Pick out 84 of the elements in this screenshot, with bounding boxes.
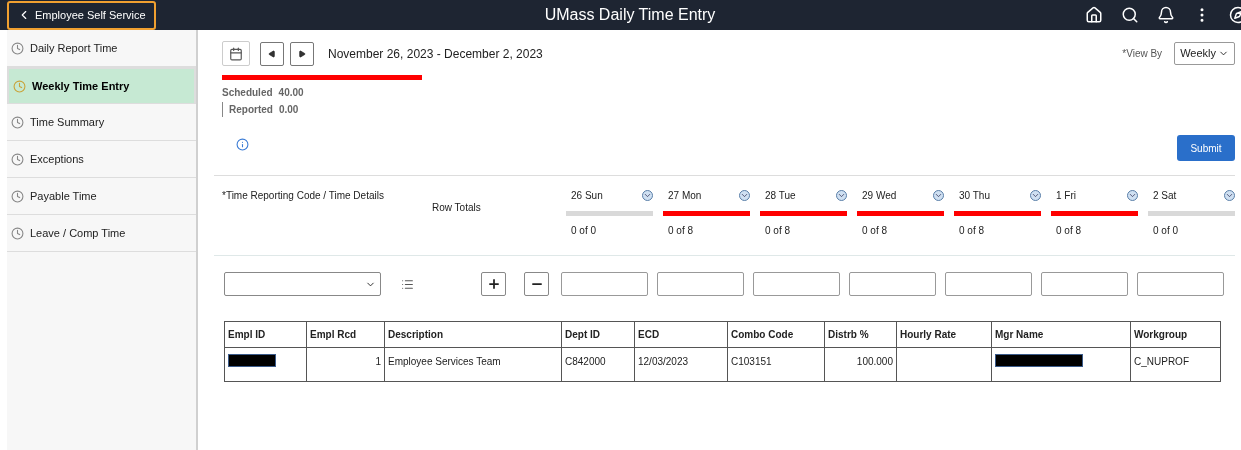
hours-input[interactable] [1041,272,1128,296]
day-total: 0 of 0 [570,224,598,238]
hours-input[interactable] [753,272,840,296]
clock-icon [11,152,24,166]
redaction-block [228,354,276,367]
column-header: ECD [638,329,660,340]
reported-label: Reported [229,103,273,117]
left-triangle-icon [268,49,276,58]
table-cell: Employee Services Team [388,356,501,367]
table-cell: 1 [375,356,381,367]
table-cell: C103151 [731,356,772,367]
clock-icon [13,79,26,93]
column-header: Empl ID [228,329,266,340]
calendar-button[interactable] [222,41,250,66]
view-by-label: *View By [1122,47,1163,61]
column-header: Empl Rcd [310,329,357,340]
table-cell: C_NUPROF [1134,356,1189,367]
sidebar-item[interactable]: Time Summary [7,104,196,141]
page-title: UMass Daily Time Entry [543,5,717,25]
details-icon[interactable] [401,277,414,291]
day-label: 2 Sat [1153,189,1177,203]
day-total: 0 of 0 [1152,224,1180,238]
scheduled-label: Scheduled [222,86,273,100]
day-label: 26 Sun [571,189,603,203]
previous-button[interactable] [260,41,284,66]
day-menu-icon[interactable] [836,190,847,201]
sidebar-item[interactable]: Leave / Comp Time [7,215,196,252]
home-icon[interactable] [1085,6,1103,24]
day-label: 29 Wed [862,189,897,203]
day-total: 0 of 8 [764,224,792,238]
day-label: 28 Tue [765,189,796,203]
column-header: Workgroup [1134,329,1188,340]
hours-input[interactable] [1137,272,1224,296]
table-cell: 12/03/2023 [638,356,689,367]
plus-icon [486,277,501,291]
hours-input[interactable] [945,272,1032,296]
reported-value: 0.00 [278,103,299,117]
day-total: 0 of 8 [958,224,986,238]
day-label: 27 Mon [668,189,702,203]
day-menu-icon[interactable] [1030,190,1041,201]
submit-button[interactable]: Submit [1177,135,1235,161]
info-icon[interactable] [236,137,249,151]
time-code-select[interactable] [224,272,381,296]
day-menu-icon[interactable] [739,190,750,201]
row-totals-label: Row Totals [432,201,482,215]
calendar-icon [229,46,243,61]
day-total: 0 of 8 [1055,224,1083,238]
day-total: 0 of 8 [667,224,695,238]
clock-icon [11,226,24,240]
table-cell: C842000 [565,356,606,367]
day-menu-icon[interactable] [642,190,653,201]
notification-icon[interactable] [1157,6,1175,24]
hours-input[interactable] [657,272,744,296]
date-range: November 26, 2023 - December 2, 2023 [328,45,543,63]
column-header: Hourly Rate [900,329,957,340]
scheduled-value: 40.00 [278,86,304,100]
day-total: 0 of 8 [861,224,889,238]
hours-input[interactable] [849,272,936,296]
view-by-select[interactable]: Weekly [1174,42,1235,65]
column-header: Mgr Name [995,329,1044,340]
day-menu-icon[interactable] [933,190,944,201]
column-header: Combo Code [731,329,794,340]
search-icon[interactable] [1121,6,1139,24]
clock-icon [11,41,24,55]
day-label: 1 Fri [1056,189,1076,203]
column-header: Description [388,329,443,340]
clock-icon [11,115,24,129]
code-column-label: *Time Reporting Code / Time Details [222,189,385,203]
day-menu-icon[interactable] [1224,190,1235,201]
remove-row-button[interactable] [524,272,549,296]
add-row-button[interactable] [481,272,506,296]
sidebar-item[interactable]: Payable Time [7,178,196,215]
hours-input[interactable] [561,272,648,296]
day-menu-icon[interactable] [1127,190,1138,201]
sidebar-item[interactable]: Exceptions [7,141,196,178]
column-header: Dept ID [565,329,600,340]
back-button[interactable]: Employee Self Service [7,0,156,30]
table-cell: 100.000 [856,356,893,367]
day-label: 30 Thu [959,189,990,203]
next-button[interactable] [290,41,314,66]
column-header: Distrb % [828,329,869,340]
right-triangle-icon [298,49,306,58]
clock-icon [11,189,24,203]
sidebar-item[interactable]: Weekly Time Entry [7,67,196,104]
